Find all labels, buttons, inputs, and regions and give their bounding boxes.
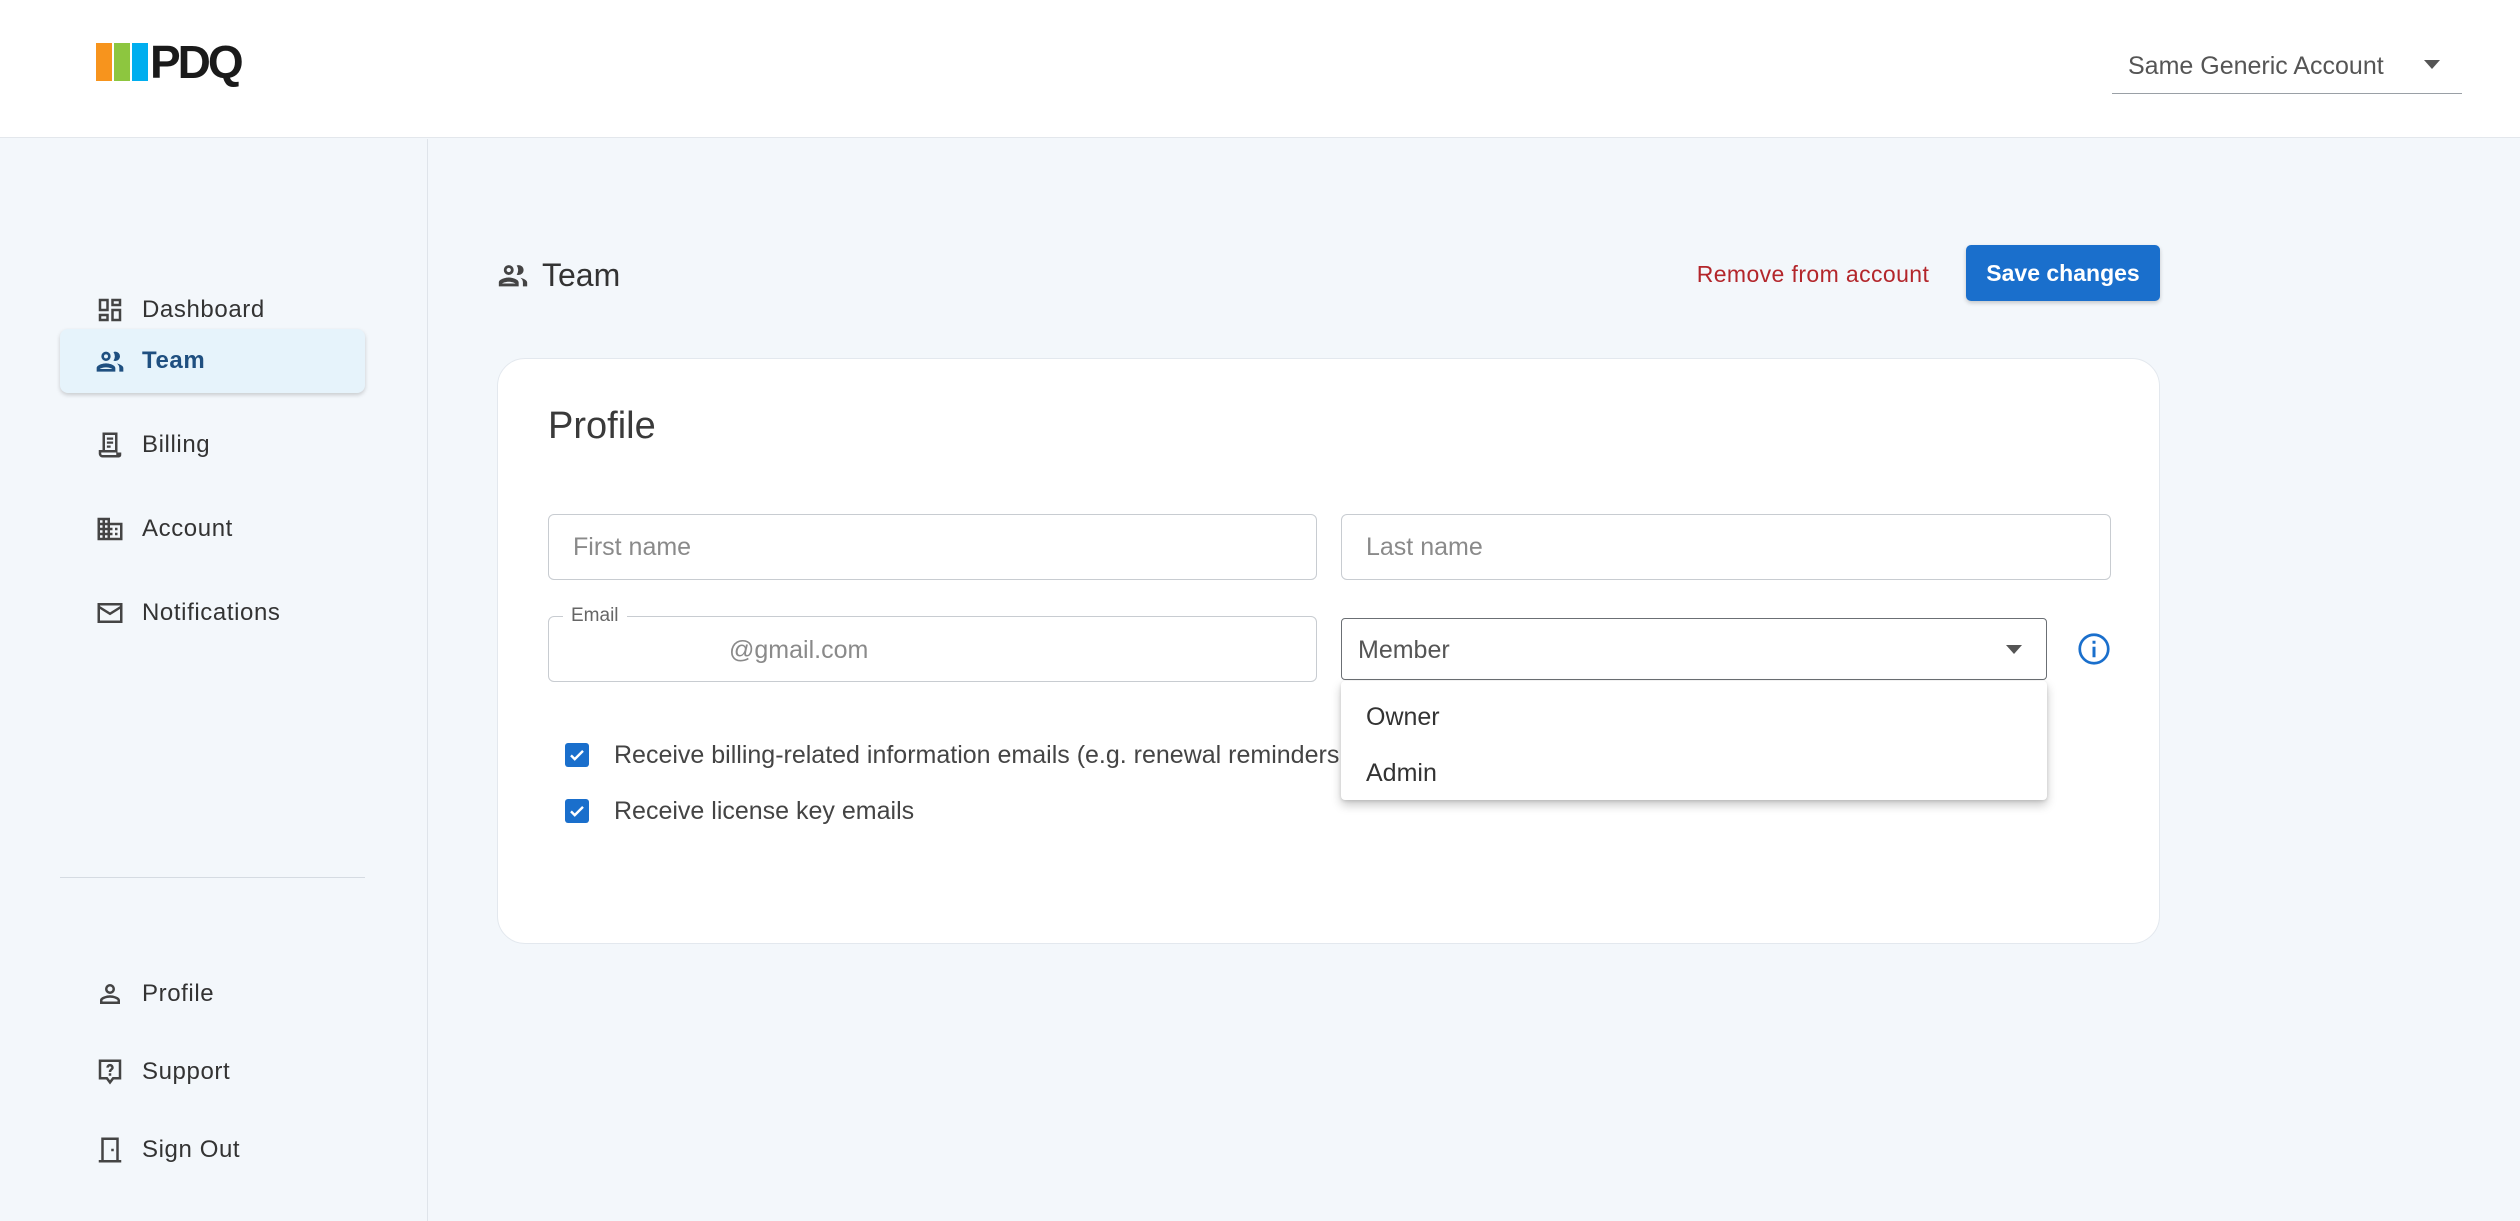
building-icon — [94, 513, 126, 545]
page-title: Team — [542, 256, 621, 293]
sidebar-item-label: Sign Out — [142, 1136, 241, 1163]
role-option-admin[interactable]: Admin — [1341, 745, 2047, 801]
email-field[interactable]: Email @gmail.com — [548, 605, 1317, 682]
role-dropdown-menu: Owner Admin — [1341, 681, 2047, 800]
chevron-down-icon — [2424, 60, 2440, 69]
last-name-input[interactable] — [1342, 515, 2110, 579]
sidebar-item-support[interactable]: Support — [60, 1040, 365, 1104]
license-emails-label: Receive license key emails — [614, 796, 915, 825]
chevron-down-icon — [2006, 645, 2022, 654]
dashboard-icon — [94, 294, 126, 326]
billing-icon — [94, 429, 126, 461]
first-name-input[interactable] — [549, 515, 1316, 579]
role-option-owner[interactable]: Owner — [1341, 689, 2047, 745]
last-name-field[interactable] — [1341, 514, 2111, 580]
email-value: @gmail.com — [729, 636, 869, 664]
sidebar: Dashboard Team Billing Account Notificat… — [0, 139, 428, 1221]
account-selector-value: Same Generic Account — [2128, 52, 2384, 80]
license-emails-checkbox[interactable] — [565, 799, 589, 823]
top-bar: PDQ Same Generic Account — [0, 0, 2520, 138]
sidebar-item-label: Billing — [142, 431, 211, 458]
sidebar-item-label: Team — [142, 347, 206, 374]
check-icon — [570, 806, 584, 817]
team-icon — [496, 258, 530, 292]
team-icon — [94, 345, 126, 377]
sidebar-item-notifications[interactable]: Notifications — [60, 581, 365, 645]
billing-emails-label: Receive billing-related information emai… — [614, 740, 1340, 769]
logo-bar-blue — [132, 43, 148, 81]
role-select-value: Member — [1358, 636, 1450, 664]
page-header: Team — [496, 250, 620, 300]
sidebar-item-label: Support — [142, 1058, 231, 1085]
first-name-field[interactable] — [548, 514, 1317, 580]
save-changes-button[interactable]: Save changes — [1966, 245, 2160, 301]
sidebar-item-sign-out[interactable]: Sign Out — [60, 1118, 365, 1182]
sidebar-item-label: Profile — [142, 980, 215, 1007]
check-icon — [570, 750, 584, 761]
sidebar-divider — [60, 877, 365, 878]
person-icon — [94, 978, 126, 1010]
email-label: Email — [563, 605, 627, 627]
license-emails-row: Receive license key emails — [565, 791, 914, 831]
sidebar-item-team[interactable]: Team — [60, 329, 365, 393]
billing-emails-checkbox[interactable] — [565, 743, 589, 767]
door-icon — [94, 1134, 126, 1166]
info-icon[interactable] — [2076, 631, 2112, 667]
sidebar-item-billing[interactable]: Billing — [60, 413, 365, 477]
sidebar-item-profile[interactable]: Profile — [60, 962, 365, 1026]
mail-icon — [94, 597, 126, 629]
logo-bar-green — [114, 43, 130, 81]
help-icon — [94, 1056, 126, 1088]
sidebar-item-label: Notifications — [142, 599, 281, 626]
sidebar-item-label: Account — [142, 515, 233, 542]
profile-card: Profile Email @gmail.com Member Receive … — [497, 358, 2160, 944]
pdq-logo[interactable]: PDQ — [96, 36, 244, 88]
card-title: Profile — [548, 405, 656, 447]
sidebar-item-label: Dashboard — [142, 296, 265, 323]
logo-text: PDQ — [150, 36, 244, 88]
sidebar-item-account[interactable]: Account — [60, 497, 365, 561]
logo-bar-orange — [96, 43, 112, 81]
account-selector[interactable]: Same Generic Account — [2112, 40, 2462, 94]
billing-emails-row: Receive billing-related information emai… — [565, 735, 1339, 775]
remove-from-account-button[interactable]: Remove from account — [1688, 246, 1938, 302]
role-select[interactable]: Member — [1341, 618, 2047, 680]
